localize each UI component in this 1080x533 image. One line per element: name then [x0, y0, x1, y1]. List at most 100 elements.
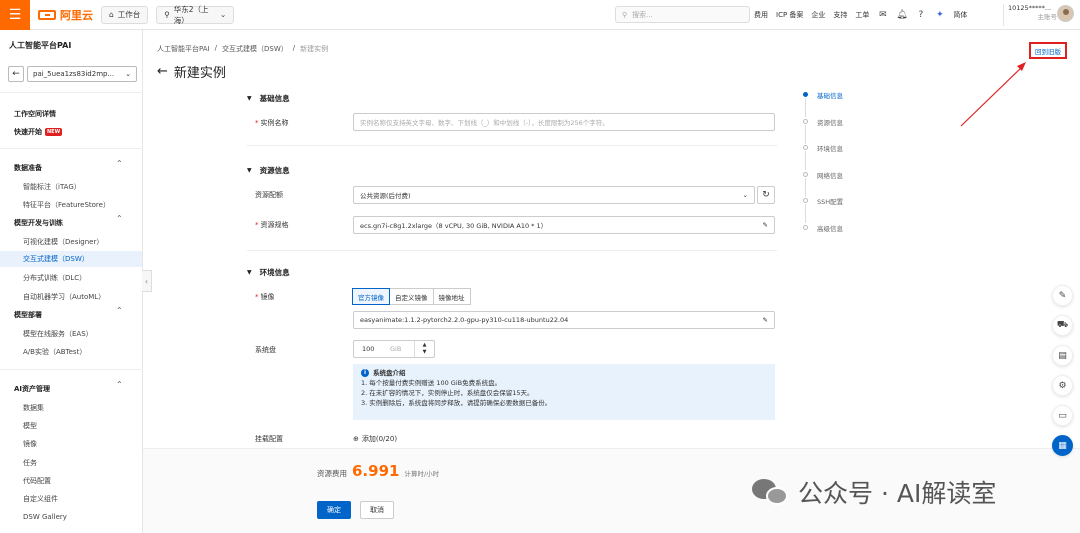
info-line-3: 3. 实例删除后，系统盘将同步释放，请提前确保必要数据已备份。	[361, 399, 552, 407]
image-select[interactable]: easyanimate:1.1.2-pytorch2.2.0-gpu-py310…	[353, 311, 775, 329]
cart-icon[interactable]: ⛟	[1052, 315, 1073, 336]
sidebar-item-dataset[interactable]: 数据集	[23, 403, 44, 413]
section-env[interactable]: ▼ 环境信息	[247, 267, 290, 278]
edit-icon[interactable]: ✎	[763, 221, 768, 229]
sidebar-item-eas[interactable]: 模型在线服务（EAS）	[23, 329, 93, 339]
chevron-up-icon[interactable]: ⌃	[116, 380, 123, 389]
chevron-up-icon[interactable]: ⌃	[116, 159, 123, 168]
gear-icon[interactable]: ⚙	[1052, 375, 1073, 396]
language-switch[interactable]: 简体	[953, 10, 967, 20]
avatar[interactable]	[1057, 5, 1074, 22]
tab-official-image[interactable]: 官方镜像	[352, 288, 390, 305]
quota-select[interactable]: 公共资源(后付费) ⌄	[353, 186, 755, 204]
section-basic[interactable]: ▼ 基础信息	[247, 93, 290, 104]
sidebar-item-task[interactable]: 任务	[23, 458, 37, 468]
cost-unit: 计算时/小时	[404, 470, 440, 478]
sidebar-item-custom[interactable]: 自定义组件	[23, 494, 58, 504]
sidebar-item-automl[interactable]: 自动机器学习（AutoML）	[23, 292, 105, 302]
breadcrumb-dsw[interactable]: 交互式建模（DSW）	[222, 44, 288, 54]
sidebar-item-quickstart[interactable]: 快速开始 NEW	[14, 127, 63, 137]
spec-select[interactable]: ecs.gn7i-c8g1.2xlarge（8 vCPU, 30 GiB, NV…	[353, 216, 775, 234]
link-enterprise[interactable]: 企业	[811, 10, 825, 20]
sidebar-item-dlc[interactable]: 分布式训练（DLC）	[23, 273, 86, 283]
workspace-select[interactable]: pai_5uea1zs83id2mp... ⌄	[27, 66, 137, 82]
sidebar-group-model-dev[interactable]: 模型开发与训练	[14, 218, 63, 228]
edit-icon[interactable]: ✎	[763, 316, 768, 324]
link-fee[interactable]: 费用	[754, 10, 768, 20]
section-resource[interactable]: ▼ 资源信息	[247, 165, 290, 176]
sidebar-item-featurestore[interactable]: 特征平台（FeatureStore）	[23, 200, 110, 210]
stepper-arrows[interactable]: ▲ ▼	[414, 341, 434, 357]
step-basic[interactable]: 基础信息	[803, 90, 843, 117]
step-network-label: 网络信息	[817, 171, 843, 180]
disk-label: 系统盘	[255, 346, 276, 354]
region-selector[interactable]: ⚲ 华东2（上海） ⌄	[156, 4, 235, 25]
feedback-icon[interactable]: ▭	[1052, 405, 1073, 426]
refresh-icon[interactable]: ↻	[757, 186, 775, 204]
breadcrumb: 人工智能平台PAI / 交互式建模（DSW） / 新建实例	[157, 44, 329, 54]
sidebar-item-code[interactable]: 代码配置	[23, 476, 51, 486]
step-network[interactable]: 网络信息	[803, 170, 843, 197]
caret-down-icon[interactable]: ▼	[423, 349, 427, 356]
sidebar-item-itag[interactable]: 智能标注（iTAG）	[23, 182, 81, 192]
step-ssh-label: SSH配置	[817, 198, 844, 206]
return-old-version-link[interactable]: 回到旧版	[1029, 42, 1067, 59]
apps-grid-icon[interactable]: ▦	[1052, 435, 1073, 456]
instance-name-input[interactable]: 实例名称仅支持英文字母、数字、下划线（_）和中划线（-），长度限制为256个字符…	[353, 113, 775, 131]
sidebar-item-designer[interactable]: 可视化建模（Designer）	[23, 237, 103, 247]
step-advanced[interactable]: 高级信息	[803, 223, 843, 250]
sidebar-group-data-prep[interactable]: 数据准备	[14, 163, 42, 173]
menu-icon[interactable]: ☰	[0, 0, 30, 30]
link-icp[interactable]: ICP 备案	[776, 10, 803, 20]
back-arrow-icon[interactable]: ←	[8, 66, 24, 82]
sidebar-item-gallery[interactable]: DSW Gallery	[23, 513, 67, 521]
right-toolbar: ✎ ⛟ ▤ ⚙ ▭ ▦	[1052, 285, 1073, 456]
disk-value: 100	[362, 345, 375, 353]
workspace-switcher: ← pai_5uea1zs83id2mp... ⌄	[8, 66, 137, 82]
sidebar-group-ai-assets[interactable]: AI资产管理	[14, 384, 50, 394]
chevron-up-icon[interactable]: ⌃	[116, 214, 123, 223]
document-icon[interactable]: ▤	[1052, 345, 1073, 366]
add-mount-button[interactable]: ⊕ 添加(0/20)	[353, 434, 397, 444]
region-label: 华东2（上海）	[173, 4, 209, 25]
bell-icon[interactable]: 🔔︎	[896, 10, 907, 21]
tab-image-url[interactable]: 镜像地址	[432, 288, 471, 305]
page-title-text: 新建实例	[173, 66, 226, 81]
sidebar-item-abtest[interactable]: A/B实验（ABTest）	[23, 347, 86, 357]
wechat-logo-icon	[752, 477, 790, 507]
search-input[interactable]: ⚲ 搜索...	[615, 6, 750, 23]
sidebar-item-model[interactable]: 模型	[23, 421, 37, 431]
back-arrow-icon[interactable]: ←	[157, 64, 168, 79]
step-env-label: 环境信息	[817, 145, 843, 153]
disk-size-stepper[interactable]: 100 GiB ▲ ▼	[353, 340, 435, 358]
tab-custom-image[interactable]: 自定义镜像	[389, 288, 434, 305]
breadcrumb-current: 新建实例	[300, 45, 329, 53]
mail-icon[interactable]: ✉	[877, 10, 888, 21]
user-menu[interactable]: 10125*****... 主账号	[1003, 4, 1061, 26]
step-resource[interactable]: 资源信息	[803, 117, 843, 144]
aliyun-logo[interactable]: 阿里云	[38, 7, 93, 23]
edit-note-icon[interactable]: ✎	[1052, 285, 1073, 306]
sidebar-item-image[interactable]: 镜像	[23, 439, 37, 449]
workbench-button[interactable]: ⌂ 工作台	[101, 5, 149, 24]
link-ticket[interactable]: 工单	[855, 10, 869, 20]
help-icon[interactable]: ?	[915, 10, 926, 21]
step-ssh[interactable]: SSH配置	[803, 196, 843, 223]
breadcrumb-pai[interactable]: 人工智能平台PAI	[157, 44, 210, 54]
info-line-2: 2. 在未扩容的情况下，实例停止时，系统盘仅会保留15天。	[361, 389, 534, 397]
collapse-sidebar-handle[interactable]: ‹	[142, 270, 152, 292]
step-env[interactable]: 环境信息	[803, 143, 843, 170]
section-basic-title: 基础信息	[259, 94, 290, 103]
caret-up-icon[interactable]: ▲	[423, 342, 427, 349]
cancel-button[interactable]: 取消	[360, 501, 394, 519]
link-support[interactable]: 支持	[833, 10, 847, 20]
sidebar-item-dsw[interactable]: 交互式建模（DSW）	[0, 251, 142, 267]
assistant-icon[interactable]: ✦	[934, 10, 945, 21]
sidebar-group-deploy[interactable]: 模型部署	[14, 310, 42, 320]
chevron-up-icon[interactable]: ⌃	[116, 306, 123, 315]
quota-value: 公共资源(后付费)	[360, 192, 411, 200]
sidebar-item-ws-detail[interactable]: 工作空间详情	[14, 109, 56, 119]
confirm-button[interactable]: 确定	[317, 501, 351, 519]
disk-info-box: i 系统盘介绍 1. 每个按量付费实例赠送 100 GiB免费系统盘。 2. 在未…	[353, 364, 775, 420]
section-env-title: 环境信息	[259, 268, 290, 277]
